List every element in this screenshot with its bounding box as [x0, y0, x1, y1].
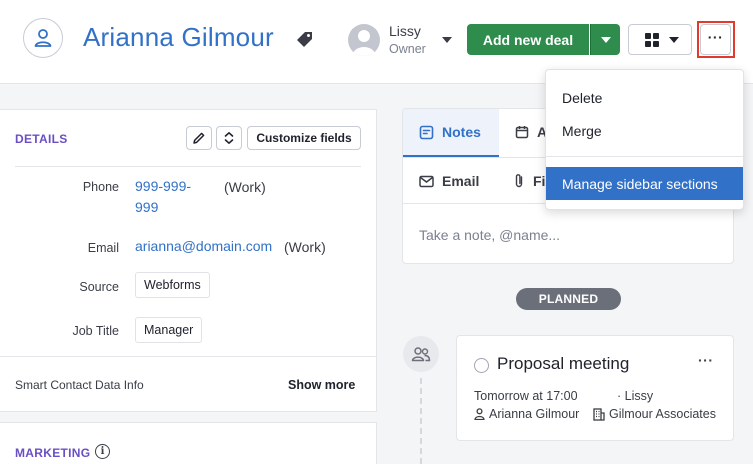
- building-icon: [593, 407, 605, 421]
- tag-icon[interactable]: [296, 30, 314, 48]
- calendar-icon: [515, 126, 529, 139]
- view-switcher-button[interactable]: [628, 24, 692, 55]
- person-icon: [474, 408, 485, 420]
- planned-section-badge: PLANNED: [516, 288, 621, 310]
- meeting-type-icon: [403, 336, 439, 372]
- activity-more-button[interactable]: ···: [698, 352, 714, 368]
- tab-email[interactable]: Email: [419, 173, 479, 189]
- email-type: (Work): [284, 239, 326, 255]
- menu-item-manage-sidebar-sections[interactable]: Manage sidebar sections: [546, 167, 743, 200]
- page-title[interactable]: Arianna Gilmour: [83, 22, 274, 53]
- phone-type: (Work): [224, 179, 266, 195]
- activity-card[interactable]: Proposal meeting ··· Tomorrow at 17:00 ·…: [456, 335, 734, 441]
- user-silhouette-icon: [352, 30, 376, 56]
- activity-organization-name: Gilmour Associates: [609, 407, 716, 421]
- divider: [15, 166, 361, 167]
- mark-done-checkbox[interactable]: [474, 358, 489, 373]
- info-icon[interactable]: i: [95, 444, 110, 459]
- email-label: Email: [87, 241, 119, 255]
- activity-due-time: Tomorrow at 17:00: [474, 389, 578, 403]
- sort-icon: [224, 132, 234, 144]
- details-card: DETAILS Customize fields Phone 999-999- …: [0, 109, 377, 412]
- divider: [546, 156, 743, 157]
- edit-button[interactable]: [186, 126, 212, 150]
- note-input[interactable]: Take a note, @name...: [419, 227, 560, 243]
- people-icon: [411, 347, 431, 362]
- email-icon: [419, 175, 434, 187]
- activity-person-link[interactable]: Arianna Gilmour: [474, 407, 579, 421]
- tab-notes-label: Notes: [442, 124, 481, 140]
- notes-icon: [419, 125, 434, 139]
- add-new-deal-button[interactable]: Add new deal: [467, 24, 589, 55]
- source-value[interactable]: Webforms: [135, 272, 210, 298]
- add-deal-dropdown-button[interactable]: [590, 24, 620, 55]
- marketing-card: MARKETING i: [0, 422, 377, 464]
- smart-contact-data-label: Smart Contact Data Info: [15, 378, 144, 392]
- owner-avatar[interactable]: [348, 24, 380, 56]
- activity-person-name: Arianna Gilmour: [489, 407, 580, 421]
- grid-icon: [645, 33, 659, 47]
- tab-email-label: Email: [442, 173, 480, 189]
- show-more-link[interactable]: Show more: [288, 378, 355, 392]
- reorder-button[interactable]: [216, 126, 242, 150]
- more-actions-menu: Delete Merge Manage sidebar sections: [545, 69, 744, 210]
- menu-item-merge[interactable]: Merge: [546, 114, 743, 147]
- activity-title[interactable]: Proposal meeting: [497, 354, 629, 374]
- owner-name[interactable]: Lissy: [389, 23, 421, 39]
- tab-notes[interactable]: Notes: [403, 109, 499, 157]
- menu-item-delete[interactable]: Delete: [546, 81, 743, 114]
- activity-owner: · Lissy: [617, 389, 654, 403]
- tab-files-label: Fi: [533, 173, 546, 189]
- person-icon: [34, 29, 52, 47]
- customize-fields-button[interactable]: Customize fields: [247, 126, 361, 150]
- phone-value-line2[interactable]: 999: [135, 197, 158, 218]
- pencil-icon: [193, 132, 205, 144]
- activity-organization-link[interactable]: Gilmour Associates: [593, 407, 716, 421]
- divider: [0, 356, 377, 357]
- job-title-value[interactable]: Manager: [135, 317, 203, 343]
- chevron-down-icon: [669, 37, 679, 43]
- owner-role: Owner: [389, 42, 426, 56]
- details-section-title[interactable]: DETAILS: [15, 132, 68, 146]
- person-avatar[interactable]: [23, 18, 63, 58]
- phone-value-line1[interactable]: 999-999-: [135, 176, 191, 197]
- marketing-section-title[interactable]: MARKETING: [15, 446, 90, 460]
- source-label: Source: [79, 280, 119, 294]
- timeline-connector: [420, 378, 422, 464]
- tab-files[interactable]: Fi: [513, 173, 545, 189]
- more-actions-button[interactable]: ···: [700, 24, 731, 55]
- phone-label: Phone: [82, 180, 119, 194]
- paperclip-icon: [515, 174, 523, 188]
- tab-activity[interactable]: A: [515, 124, 547, 140]
- job-title-label: Job Title: [72, 324, 119, 338]
- chevron-down-icon[interactable]: [442, 37, 452, 43]
- email-value[interactable]: arianna@domain.com: [135, 236, 272, 257]
